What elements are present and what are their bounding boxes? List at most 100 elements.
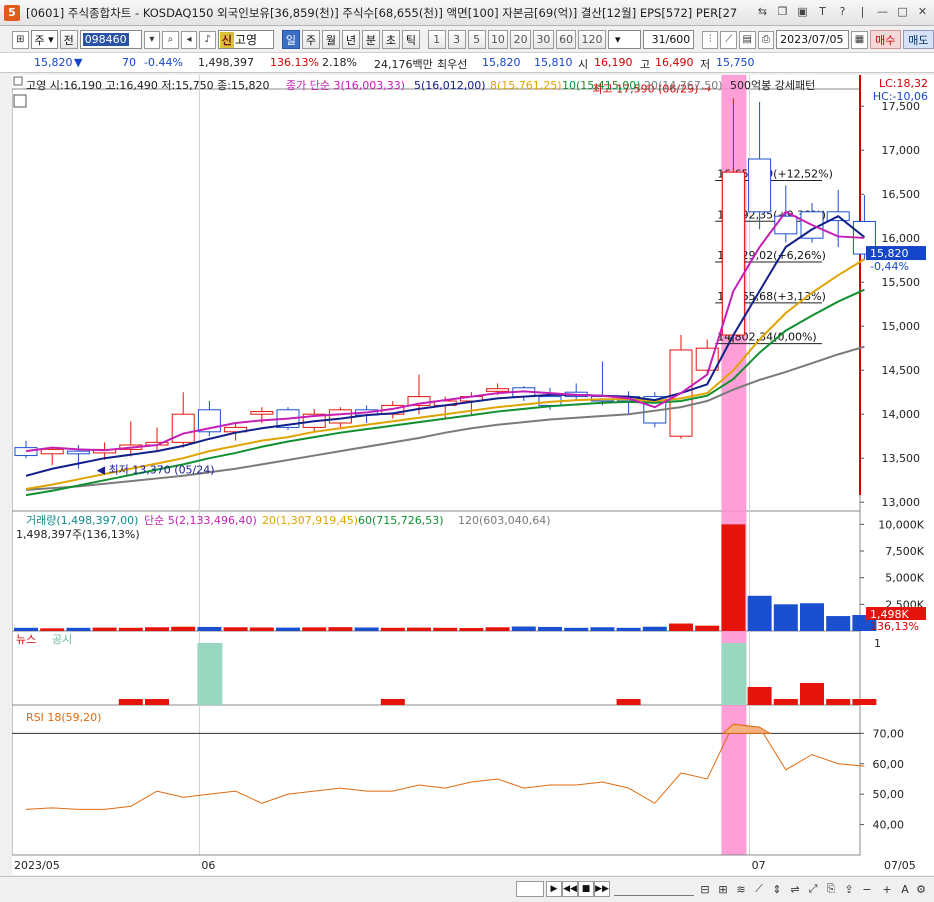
interval-20[interactable]: 20 xyxy=(510,30,532,49)
fit-icon[interactable]: ⤢ xyxy=(806,882,820,896)
price-tick-label: 13,000 xyxy=(882,496,921,509)
volume-current-pct: 136,13% xyxy=(870,620,919,633)
ma-legend-item: 5(16,012,00) xyxy=(414,79,486,92)
font-icon[interactable]: T xyxy=(815,4,830,19)
low-label: 저 xyxy=(700,58,711,71)
code-dropdown-icon[interactable]: ▾ xyxy=(143,30,161,49)
window-title: [0601] 주식종합차트 - KOSDAQ150 외국인보유[36,859(천… xyxy=(26,5,738,20)
volume-bar xyxy=(564,627,589,631)
period-minute[interactable]: 분 xyxy=(361,30,380,49)
maximize-icon[interactable]: □ xyxy=(895,4,910,19)
volume-bar xyxy=(66,627,91,631)
period-week[interactable]: 주 xyxy=(301,30,320,49)
volume-bar xyxy=(669,623,693,631)
prev-button[interactable]: 전 xyxy=(59,30,78,49)
price-tick-label: 17,000 xyxy=(882,144,921,157)
calendar-icon[interactable]: ▦ xyxy=(851,30,868,49)
market-type-select[interactable]: 주 ▾ xyxy=(30,30,58,49)
volume-ratio: 136.13% xyxy=(270,56,319,69)
grid-icon[interactable]: ⊞ xyxy=(716,882,730,896)
sound-icon[interactable]: ◂ xyxy=(180,30,198,49)
stock-chart[interactable]: 17,50017,00016,50016,00015,50015,00014,5… xyxy=(11,75,934,875)
play-icon[interactable]: ▶ xyxy=(546,881,562,897)
buy-button[interactable]: 매수 xyxy=(869,30,901,49)
export-icon[interactable]: ⇪ xyxy=(842,882,856,896)
stock-code-input[interactable]: 098460 xyxy=(79,30,142,49)
period-month[interactable]: 월 xyxy=(321,30,340,49)
volume-bar xyxy=(145,627,169,631)
volume-title: 거래량(1,498,397,00) xyxy=(26,514,138,527)
news-bar xyxy=(826,699,851,705)
date-input[interactable]: 2023/07/05 xyxy=(776,30,850,49)
save-icon[interactable]: ▣ xyxy=(795,4,810,19)
interval-120[interactable]: 120 xyxy=(578,30,606,49)
period-second[interactable]: 초 xyxy=(381,30,400,49)
volume-bar xyxy=(459,628,484,631)
minimize-icon[interactable]: — xyxy=(875,4,890,19)
scrollbar[interactable] xyxy=(516,881,544,897)
draw-tool-icon[interactable]: ⟋ xyxy=(720,30,738,49)
help-icon[interactable]: ? xyxy=(835,4,850,19)
zoom-out-icon[interactable]: − xyxy=(860,882,874,896)
chart-type-icon[interactable]: ⫶ xyxy=(701,30,719,49)
volume-bar xyxy=(328,627,353,631)
news-bar xyxy=(800,683,824,705)
indicator-icon[interactable]: ≋ xyxy=(734,882,748,896)
volume-value: 1,498,397 xyxy=(198,56,254,69)
layout-split-icon[interactable]: ⊟ xyxy=(698,882,712,896)
layout-icon[interactable]: ⊞ xyxy=(12,30,29,49)
forward-icon[interactable]: ▶▶ xyxy=(594,881,610,897)
rsi-tick-label: 50,00 xyxy=(873,788,905,801)
price-tick-label: 16,000 xyxy=(882,232,921,245)
chart-area[interactable]: 17,500 17,000 16,500 16,000 15,500 15,000 14,5… xyxy=(11,75,934,875)
snapshot-icon[interactable]: ⎘ xyxy=(824,882,838,896)
zoom-in-icon[interactable]: + xyxy=(880,882,894,896)
copy-icon[interactable]: ❐ xyxy=(775,4,790,19)
volume-ma-legend: 단순 5(2,133,496,40) xyxy=(144,514,257,527)
save-chart-icon[interactable]: ▤ xyxy=(739,30,756,49)
trend-icon[interactable]: ⟋ xyxy=(752,882,766,896)
bell-icon[interactable]: ♪ xyxy=(199,30,216,49)
volume-bar xyxy=(407,627,431,631)
stock-name-field[interactable]: 신 고영 xyxy=(217,30,275,49)
font-size-icon[interactable]: A xyxy=(898,882,912,896)
compare-icon[interactable]: ⇌ xyxy=(788,882,802,896)
notice-label: 공시 xyxy=(52,633,72,646)
interval-10[interactable]: 10 xyxy=(487,30,509,49)
bar-count-input[interactable]: 31/600 xyxy=(642,30,695,49)
low-annotation: ◀ 최저 13,370 (05/24) xyxy=(97,464,215,477)
price-tick-label: 14,500 xyxy=(882,364,921,377)
stop-icon[interactable]: ■ xyxy=(578,881,594,897)
interval-5[interactable]: 5 xyxy=(467,30,486,49)
close-icon[interactable]: ✕ xyxy=(915,4,930,19)
interval-30[interactable]: 30 xyxy=(533,30,554,49)
settings-icon[interactable]: ⚙ xyxy=(914,882,928,896)
volume-bar xyxy=(302,627,327,631)
table-toggle-icon xyxy=(13,94,27,108)
news-tick-label: 1 xyxy=(874,637,881,650)
volume-tick-label: 7,500K xyxy=(885,545,924,558)
volume-bar xyxy=(642,626,667,631)
volume-bar xyxy=(92,627,117,631)
interval-60[interactable]: 60 xyxy=(555,30,577,49)
scale-icon[interactable]: ⇕ xyxy=(770,882,784,896)
sell-button[interactable]: 매도 xyxy=(902,30,934,49)
period-day[interactable]: 일 xyxy=(281,30,300,49)
volume-bar xyxy=(171,626,196,631)
interval-select[interactable]: ▾ xyxy=(607,30,641,49)
rewind-icon[interactable]: ◀◀ xyxy=(562,881,578,897)
search-icon[interactable]: ⌕ xyxy=(162,30,179,49)
interval-3[interactable]: 3 xyxy=(447,30,466,49)
interval-1[interactable]: 1 xyxy=(427,30,446,49)
x-axis-label: 06 xyxy=(201,859,215,872)
candle-body xyxy=(14,447,38,457)
volume-bar xyxy=(826,616,851,631)
period-tick[interactable]: 틱 xyxy=(401,30,420,49)
volume-bar xyxy=(354,627,379,631)
zoom-slider[interactable] xyxy=(614,882,694,896)
link-icon[interactable]: ⇆ xyxy=(755,4,770,19)
print-icon[interactable]: ⎙ xyxy=(757,30,775,49)
best-quote-label: 최우선 xyxy=(437,58,468,71)
period-year[interactable]: 년 xyxy=(341,30,360,49)
candle-body xyxy=(328,409,352,424)
